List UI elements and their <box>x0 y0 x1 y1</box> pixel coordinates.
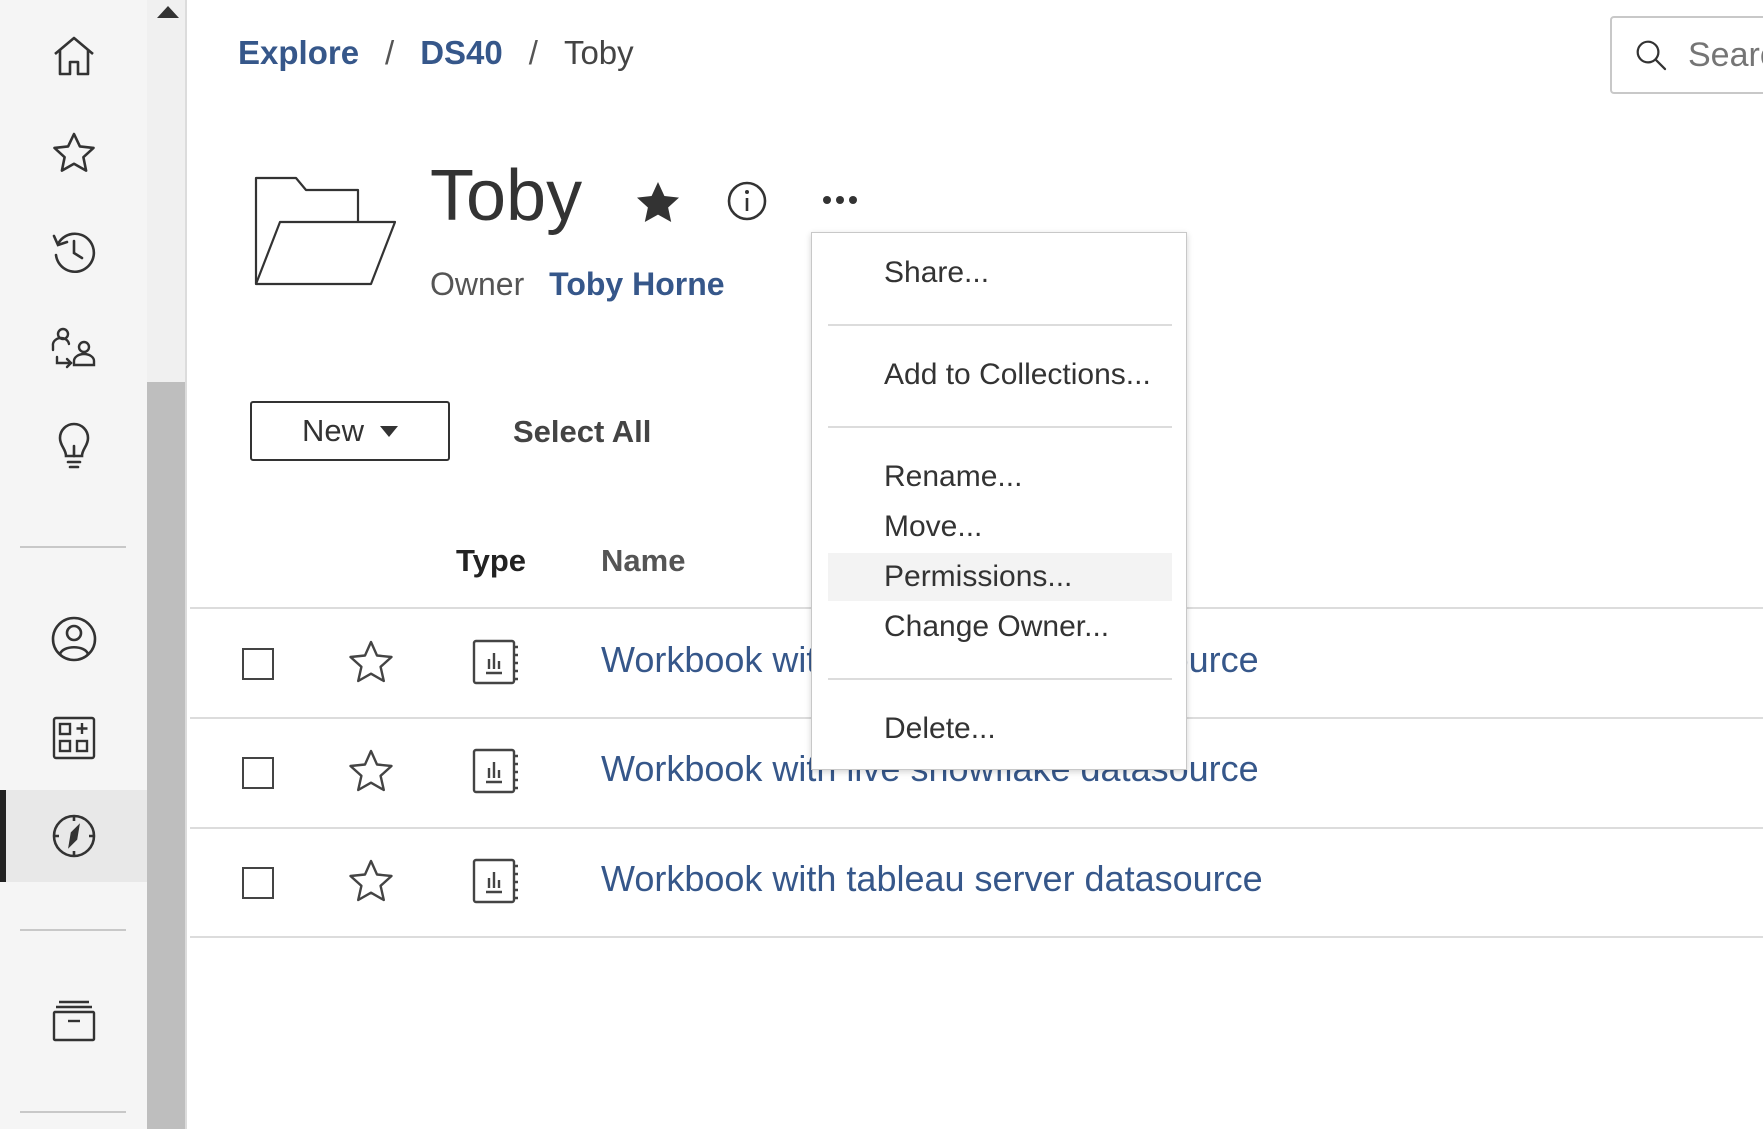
breadcrumb-ds40[interactable]: DS40 <box>420 34 503 72</box>
breadcrumb-separator: / <box>385 34 395 71</box>
caret-down-icon <box>380 425 398 437</box>
menu-separator <box>828 678 1172 680</box>
more-actions-icon[interactable] <box>820 188 860 212</box>
search-box[interactable] <box>1610 16 1763 94</box>
info-icon[interactable] <box>726 180 768 222</box>
new-button[interactable]: New <box>250 401 450 461</box>
column-header-type[interactable]: Type <box>456 543 526 579</box>
actions-menu: Share... Add to Collections... Rename...… <box>811 232 1187 770</box>
favorite-star-icon[interactable] <box>347 858 395 906</box>
home-icon <box>53 36 94 76</box>
nav-divider <box>20 929 126 931</box>
menu-item-change-owner[interactable]: Change Owner... <box>828 603 1172 651</box>
workbook-icon <box>472 748 518 794</box>
select-all-button[interactable]: Select All <box>513 414 651 450</box>
table-row: Workbook with tableau server datasource <box>190 829 1763 937</box>
nav-shared-with-me[interactable] <box>0 304 147 396</box>
nav-collections[interactable] <box>0 692 147 784</box>
menu-item-delete[interactable]: Delete... <box>828 705 1172 753</box>
menu-item-add-to-collections[interactable]: Add to Collections... <box>828 351 1172 399</box>
favorites-star-icon <box>52 132 95 172</box>
left-navigation <box>0 0 147 1129</box>
folder-icon <box>254 176 396 286</box>
explore-compass-icon <box>52 814 95 858</box>
menu-separator <box>828 324 1172 326</box>
collections-icon <box>52 716 95 760</box>
favorite-star-filled-icon[interactable] <box>634 180 682 228</box>
nav-recommendations[interactable] <box>0 402 147 494</box>
breadcrumb-current: Toby <box>563 34 634 71</box>
workbook-icon <box>472 639 518 685</box>
new-button-label: New <box>301 413 364 448</box>
nav-personal-space[interactable] <box>0 593 147 685</box>
workbook-icon <box>472 858 518 904</box>
row-checkbox[interactable] <box>242 867 274 899</box>
row-name-link[interactable]: Workbook with tableau server datasource <box>601 858 1263 900</box>
menu-separator <box>828 426 1172 428</box>
nav-divider <box>20 1111 126 1113</box>
breadcrumb: Explore / DS40 / Toby <box>238 34 634 72</box>
page-title: Toby <box>430 156 583 236</box>
breadcrumb-explore[interactable]: Explore <box>238 34 359 72</box>
scroll-up-arrow-icon[interactable] <box>157 6 179 18</box>
menu-item-share[interactable]: Share... <box>828 249 1172 297</box>
menu-item-rename[interactable]: Rename... <box>828 453 1172 501</box>
recents-clock-icon <box>52 232 95 274</box>
nav-favorites[interactable] <box>0 108 147 200</box>
owner-link[interactable]: Toby Horne <box>549 266 724 302</box>
nav-home[interactable] <box>0 10 147 102</box>
personal-space-user-icon <box>51 616 96 662</box>
row-checkbox[interactable] <box>242 648 274 680</box>
nav-recents[interactable] <box>0 206 147 298</box>
breadcrumb-separator: / <box>528 34 538 71</box>
shared-with-me-icon <box>51 327 95 369</box>
menu-item-move[interactable]: Move... <box>828 503 1172 551</box>
nav-scrollbar[interactable] <box>147 0 187 1129</box>
nav-divider <box>20 546 126 548</box>
column-header-name[interactable]: Name <box>601 543 685 579</box>
owner-label: Owner <box>430 266 525 302</box>
nav-external-assets[interactable] <box>0 974 147 1066</box>
search-input[interactable] <box>1688 35 1763 75</box>
row-checkbox[interactable] <box>242 757 274 789</box>
table-divider <box>190 936 1763 938</box>
favorite-star-icon[interactable] <box>347 639 395 687</box>
search-icon <box>1636 40 1667 71</box>
scroll-thumb[interactable] <box>147 382 185 1129</box>
nav-explore[interactable] <box>0 790 147 882</box>
external-assets-archive-icon <box>52 1000 95 1042</box>
favorite-star-icon[interactable] <box>347 748 395 796</box>
owner-row: Owner Toby Horne <box>430 266 725 303</box>
menu-item-permissions[interactable]: Permissions... <box>828 553 1172 601</box>
recommendations-lightbulb-icon <box>58 422 89 469</box>
